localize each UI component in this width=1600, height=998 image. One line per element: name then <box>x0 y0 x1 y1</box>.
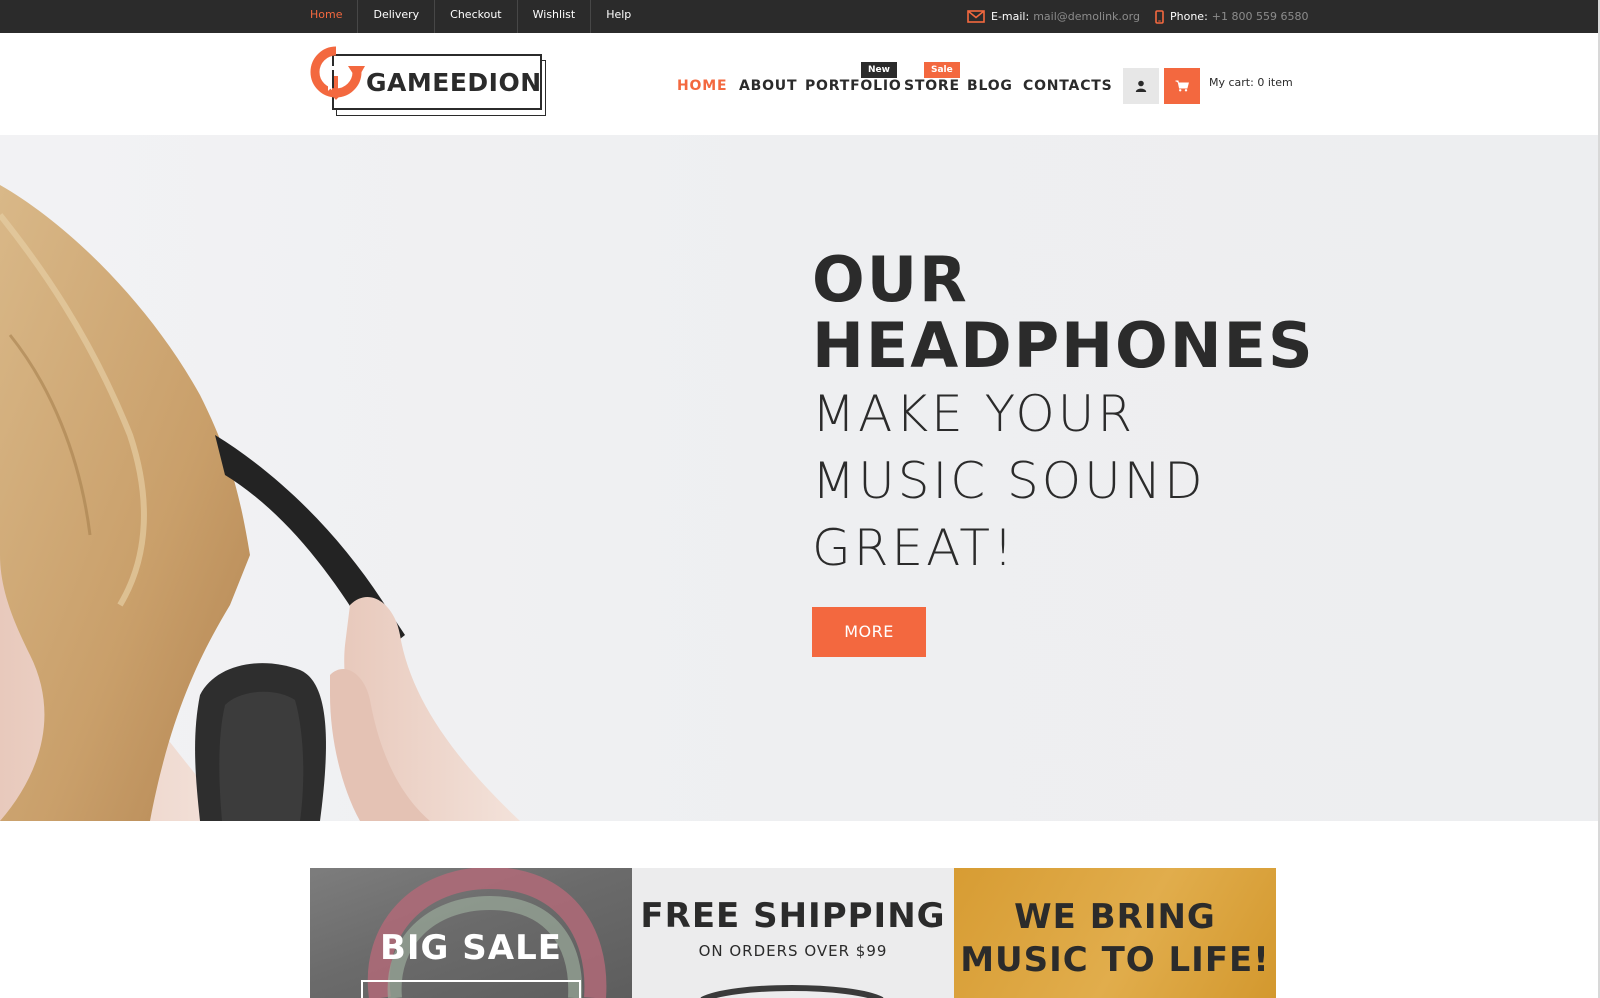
music-to-life-line-2: MUSIC TO LIFE! <box>960 940 1270 980</box>
envelope-icon <box>967 10 985 23</box>
promo-free-shipping[interactable]: FREE SHIPPING ON ORDERS OVER $99 <box>632 868 954 998</box>
free-shipping-subtitle: ON ORDERS OVER $99 <box>698 942 888 960</box>
hero-title-line-2: HEADPHONES <box>812 309 1315 382</box>
nav-store[interactable]: STORE <box>904 78 960 94</box>
top-links: Home Delivery Checkout Wishlist Help <box>300 0 646 33</box>
big-sale-title: BIG SALE <box>379 928 562 968</box>
email-value[interactable]: mail@demolink.org <box>1033 10 1140 23</box>
logo-mark-icon <box>310 46 365 100</box>
promo-big-sale[interactable]: BIG SALE <box>310 868 632 998</box>
big-sale-frame <box>361 980 581 998</box>
nav-home[interactable]: HOME <box>677 78 727 94</box>
nav-portfolio[interactable]: PORTFOLIO <box>805 78 902 94</box>
phone-label: Phone: <box>1170 10 1208 23</box>
hero-banner: OUR HEADPHONES MAKE YOUR MUSIC SOUND GRE… <box>0 135 1600 821</box>
top-bar: Home Delivery Checkout Wishlist Help E-m… <box>0 0 1600 33</box>
top-link-checkout[interactable]: Checkout <box>435 0 518 33</box>
nav-contacts[interactable]: CONTACTS <box>1023 78 1113 94</box>
promo-strip: BIG SALE FREE SHIPPING ON ORDERS OVER $9… <box>310 868 1278 998</box>
hero-photo <box>0 185 520 821</box>
hero-title-line-1: OUR <box>812 243 969 316</box>
phone-contact: Phone: +1 800 559 6580 <box>1155 0 1308 33</box>
logo-text: GAMEEDION <box>366 68 542 97</box>
music-to-life-title: WE BRING MUSIC TO LIFE! <box>954 896 1276 982</box>
promo-music-to-life[interactable]: WE BRING MUSIC TO LIFE! <box>954 868 1276 998</box>
phone-icon <box>1155 9 1164 24</box>
hero-subtitle-line-1: MAKE YOUR <box>812 385 1136 443</box>
top-link-delivery[interactable]: Delivery <box>358 0 436 33</box>
nav-blog[interactable]: BLOG <box>967 78 1013 94</box>
hero-subtitle-line-3: GREAT! <box>812 519 1016 577</box>
user-icon <box>1135 80 1147 92</box>
site-header <box>0 33 1600 135</box>
new-badge: New <box>861 62 897 78</box>
hero-title: OUR HEADPHONES <box>812 247 1315 379</box>
site-logo[interactable]: GAMEEDION <box>310 46 548 116</box>
cart-icon <box>1175 80 1189 92</box>
top-link-wishlist[interactable]: Wishlist <box>518 0 592 33</box>
email-label: E-mail: <box>991 10 1030 23</box>
page: Home Delivery Checkout Wishlist Help E-m… <box>0 0 1600 998</box>
hero-subtitle: MAKE YOUR MUSIC SOUND GREAT! <box>812 381 1206 582</box>
phone-value[interactable]: +1 800 559 6580 <box>1212 10 1309 23</box>
more-button[interactable]: MORE <box>812 607 926 657</box>
top-link-home[interactable]: Home <box>300 0 359 33</box>
top-link-help[interactable]: Help <box>591 0 646 33</box>
nav-about[interactable]: ABOUT <box>739 78 797 94</box>
music-to-life-line-1: WE BRING <box>1014 897 1216 937</box>
cart-button[interactable] <box>1164 68 1200 104</box>
account-button[interactable] <box>1123 68 1159 104</box>
cart-summary[interactable]: My cart: 0 item <box>1209 76 1293 89</box>
email-contact: E-mail: mail@demolink.org <box>967 0 1140 33</box>
hero-subtitle-line-2: MUSIC SOUND <box>812 452 1206 510</box>
headphones-image <box>700 985 884 998</box>
free-shipping-title: FREE SHIPPING <box>640 896 946 936</box>
sale-badge: Sale <box>924 62 960 78</box>
